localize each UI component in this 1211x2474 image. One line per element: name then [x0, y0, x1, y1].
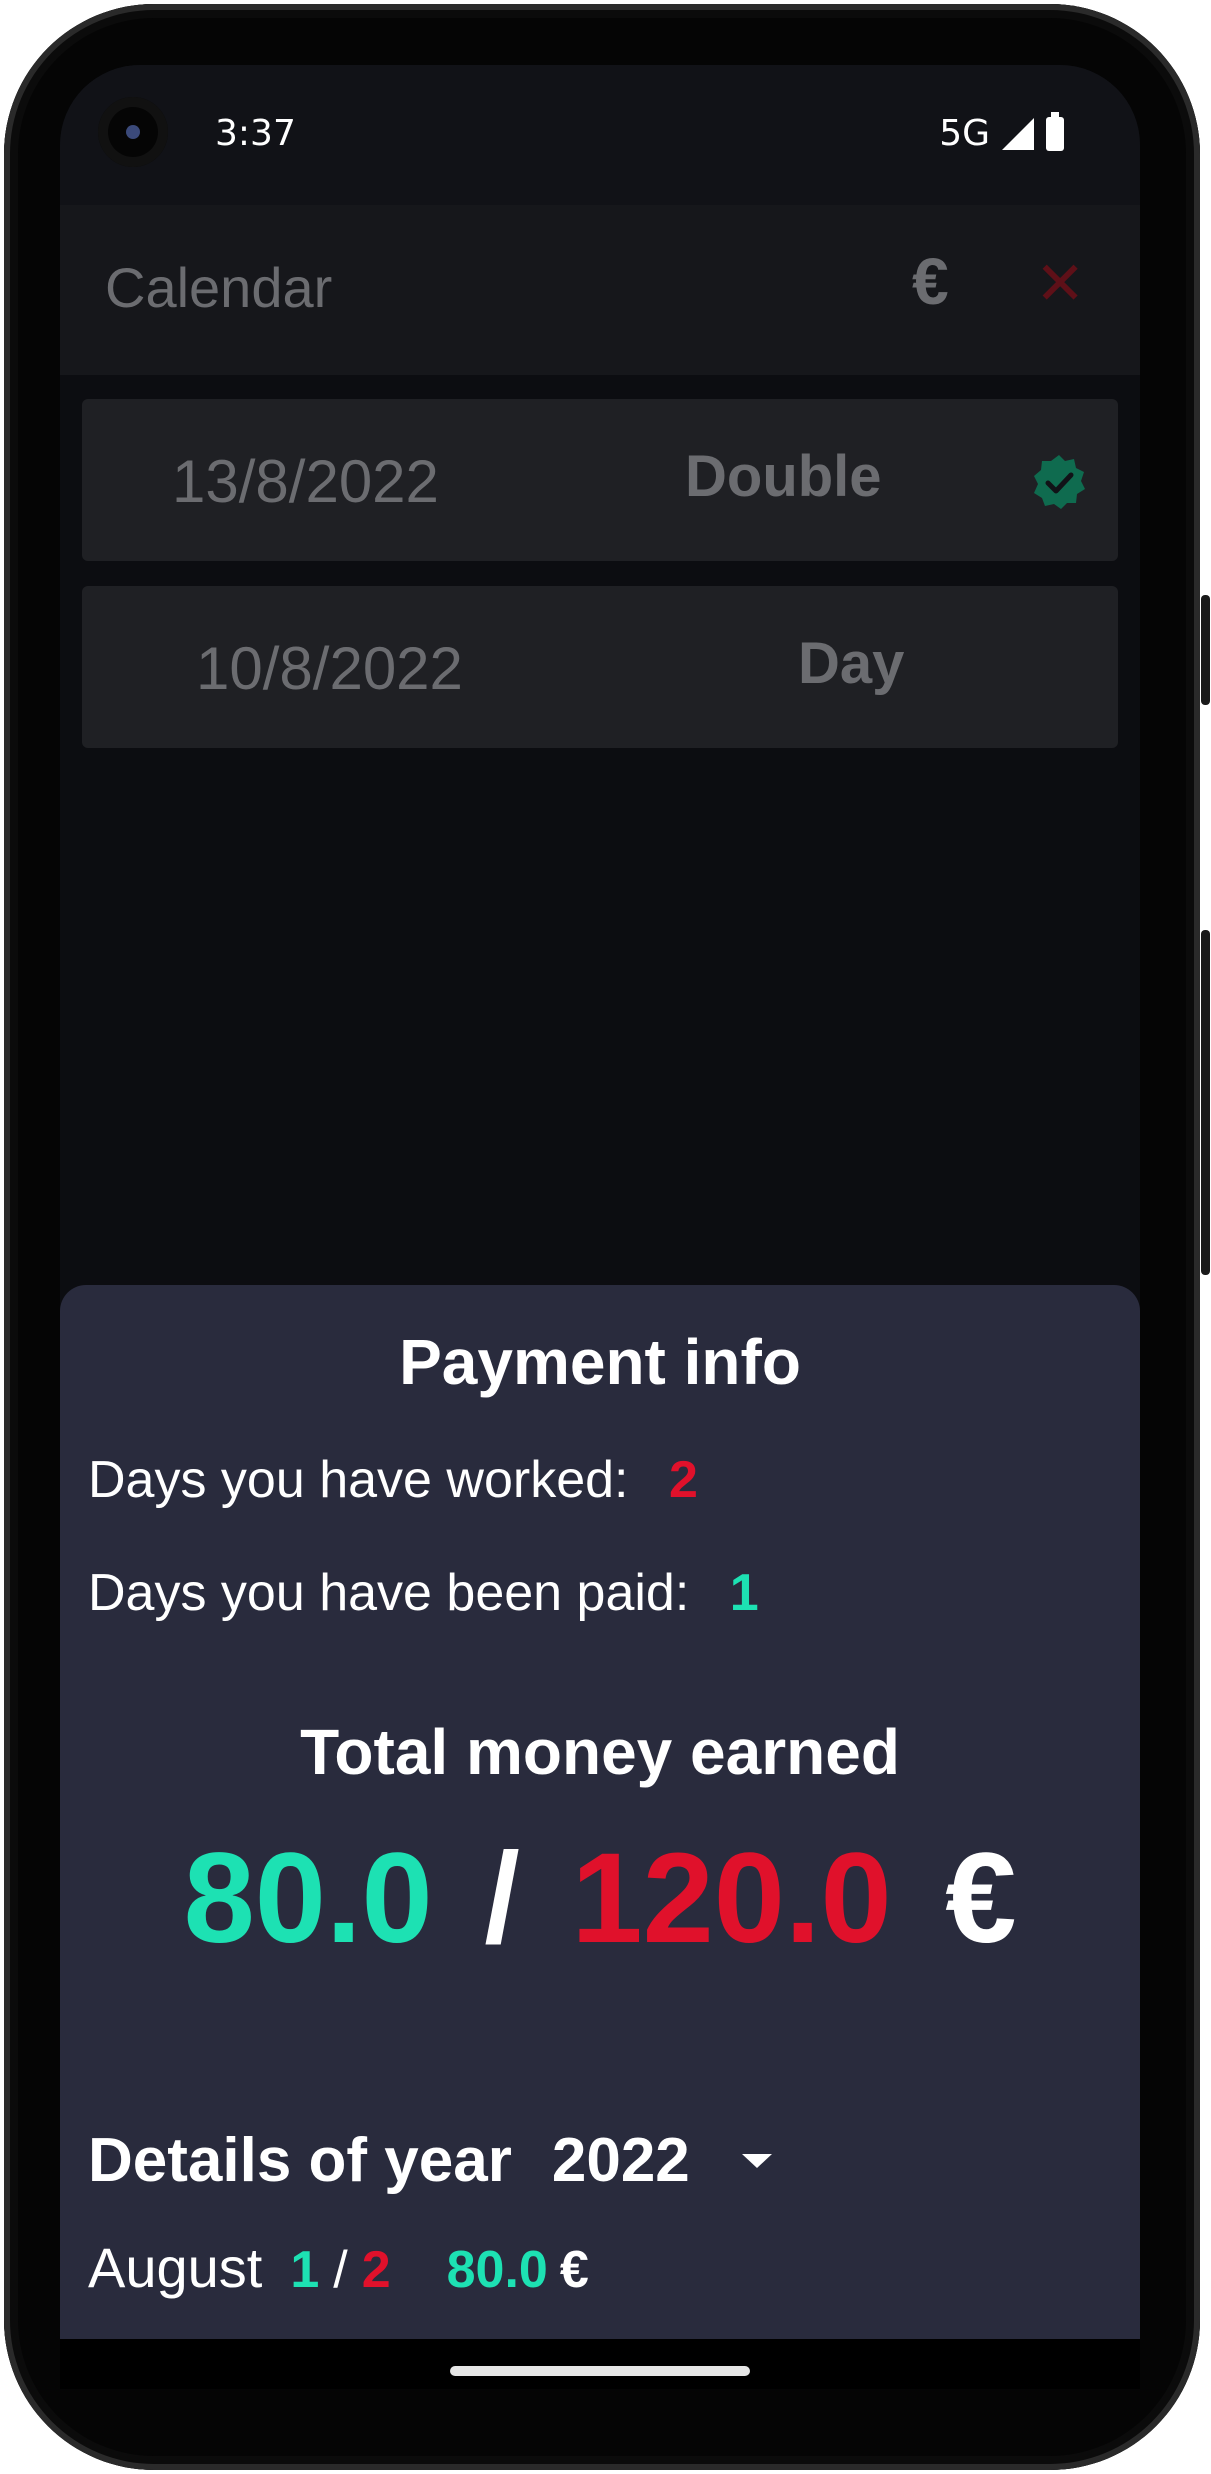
- days-paid-row: Days you have been paid: 1: [88, 1563, 759, 1623]
- amount-separator: /: [484, 1827, 520, 1970]
- power-button: [1201, 595, 1210, 705]
- status-bar: 3:37 5G: [60, 65, 1140, 205]
- close-icon[interactable]: ✕: [1035, 249, 1085, 319]
- dropdown-caret-icon: [741, 2153, 772, 2168]
- calendar-entry[interactable]: 13/8/2022 Double: [82, 399, 1118, 561]
- home-indicator[interactable]: [450, 2366, 750, 2376]
- screen: 3:37 5G Calendar € ✕ 13/8/2022 Double 10…: [60, 65, 1140, 2339]
- signal-icon: [1002, 117, 1034, 150]
- app-title: Calendar: [105, 256, 333, 319]
- entry-type: Day: [798, 631, 905, 696]
- network-label: 5G: [939, 113, 990, 154]
- days-worked-label: Days you have worked:: [88, 1451, 629, 1509]
- navigation-bar: [60, 2339, 1140, 2389]
- entry-date: 10/8/2022: [196, 635, 463, 702]
- total-money-title: Total money earned: [300, 1716, 900, 1788]
- month-amount: 80.0: [446, 2241, 548, 2299]
- month-paid-days: 1: [290, 2241, 320, 2299]
- status-icons: 5G: [939, 111, 1064, 154]
- sheet-title: Payment info: [399, 1326, 801, 1398]
- details-label: Details of year: [88, 2126, 512, 2195]
- entry-type: Double: [685, 444, 882, 509]
- total-money-amount: 80.0 / 120.0 €: [60, 1825, 1140, 1972]
- calendar-entry[interactable]: 10/8/2022 Day: [82, 586, 1118, 748]
- year-details-header: Details of year 2022: [88, 2125, 772, 2196]
- month-row: August 1 / 2 80.0 €: [88, 2235, 589, 2300]
- payment-info-sheet: Payment info Days you have worked: 2 Day…: [60, 1285, 1140, 2339]
- status-time: 3:37: [215, 113, 296, 154]
- month-name: August: [88, 2236, 263, 2299]
- paid-amount: 80.0: [183, 1827, 433, 1970]
- month-currency: €: [559, 2241, 589, 2299]
- days-worked-row: Days you have worked: 2: [88, 1450, 698, 1510]
- month-worked-days: 2: [361, 2241, 391, 2299]
- currency-symbol: €: [945, 1827, 1017, 1970]
- days-paid-value: 1: [729, 1564, 759, 1622]
- entry-date: 13/8/2022: [172, 448, 439, 515]
- battery-icon: [1046, 111, 1064, 151]
- app-bar: Calendar € ✕: [60, 205, 1140, 375]
- days-paid-label: Days you have been paid:: [88, 1564, 690, 1622]
- total-amount: 120.0: [571, 1827, 892, 1970]
- volume-button: [1201, 930, 1210, 1275]
- days-worked-value: 2: [668, 1451, 698, 1509]
- month-slash: /: [333, 2241, 348, 2299]
- verified-check-icon: [1034, 455, 1085, 509]
- front-camera: [98, 97, 168, 167]
- year-value: 2022: [551, 2126, 690, 2195]
- year-dropdown[interactable]: 2022: [552, 2125, 772, 2196]
- currency-icon[interactable]: €: [912, 243, 949, 319]
